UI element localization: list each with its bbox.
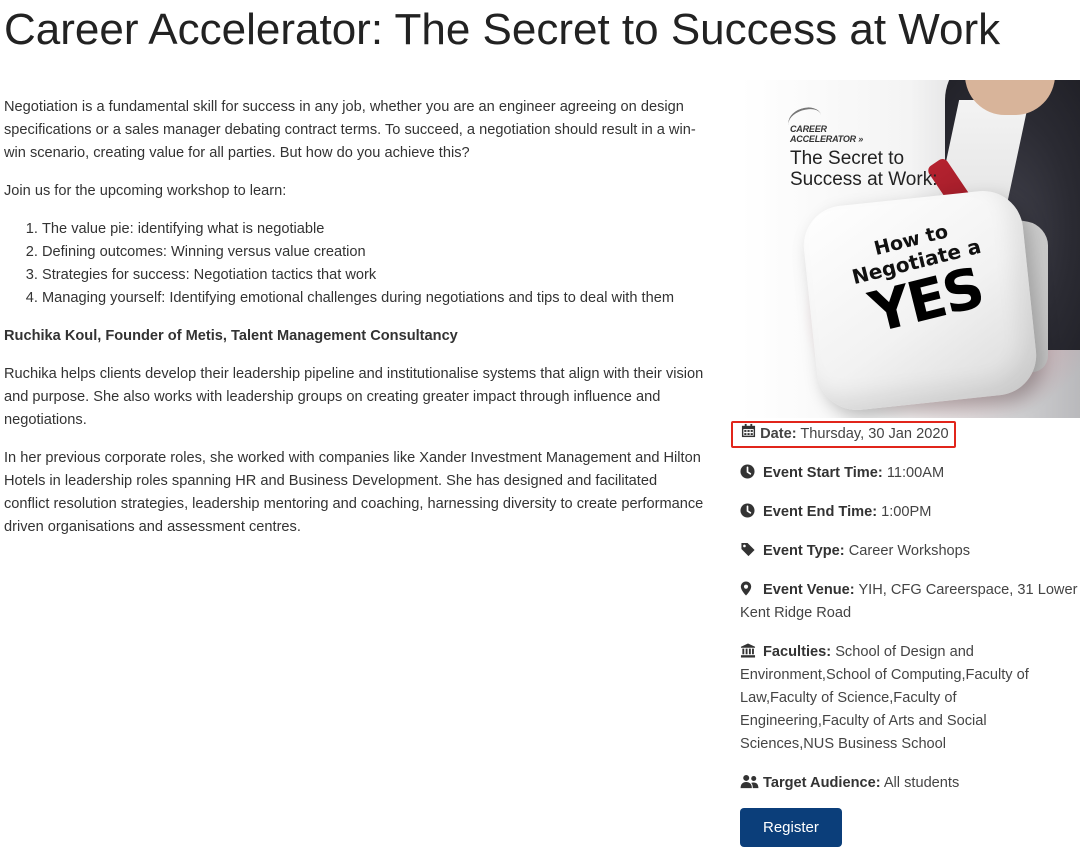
poster-tagline: The Secret to Success at Work: [790,148,938,190]
topic-item: Managing yourself: Identifying emotional… [42,287,704,310]
event-description: Negotiation is a fundamental skill for s… [4,96,704,554]
event-type: Event Type: Career Workshops [740,540,1080,563]
tag-icon [740,542,758,557]
institution-icon [740,643,758,658]
speaker-bio-1: Ruchika helps clients develop their lead… [4,366,704,428]
event-faculties: Faculties: School of Design and Environm… [740,643,1029,752]
topic-item: Strategies for success: Negotiation tact… [42,264,704,287]
event-date: Date: Thursday, 30 Jan 2020 [731,421,956,448]
topic-item: The value pie: identifying what is negot… [42,218,704,241]
event-start-time: Event Start Time: 11:00AM [740,462,1080,485]
users-icon [740,774,759,789]
join-paragraph: Join us for the upcoming workshop to lea… [4,183,287,199]
event-target-audience: Target Audience: All students [740,772,1080,795]
topic-list: The value pie: identifying what is negot… [4,218,704,310]
calendar-icon [741,423,760,442]
clock-icon [740,503,758,518]
career-accelerator-logo: CAREER ACCELERATOR » [790,124,864,144]
event-details: Date: Thursday, 30 Jan 2020 Event Start … [731,420,1080,847]
intro-paragraph: Negotiation is a fundamental skill for s… [4,99,696,161]
event-sidebar: CAREER ACCELERATOR » The Secret to Succe… [731,80,1080,847]
event-venue: Event Venue: YIH, CFG Careerspace, 31 Lo… [740,581,1078,621]
clock-icon [740,464,758,479]
register-button[interactable]: Register [740,808,842,847]
speaker-bio-2: In her previous corporate roles, she wor… [4,450,704,535]
event-poster-image: CAREER ACCELERATOR » The Secret to Succe… [740,80,1080,418]
topic-item: Defining outcomes: Winning versus value … [42,241,704,264]
event-end-time: Event End Time: 1:00PM [740,501,1080,524]
map-marker-icon [740,581,758,596]
speaker-name: Ruchika Koul, Founder of Metis, Talent M… [4,328,458,344]
page-title: Career Accelerator: The Secret to Succes… [4,5,1001,54]
